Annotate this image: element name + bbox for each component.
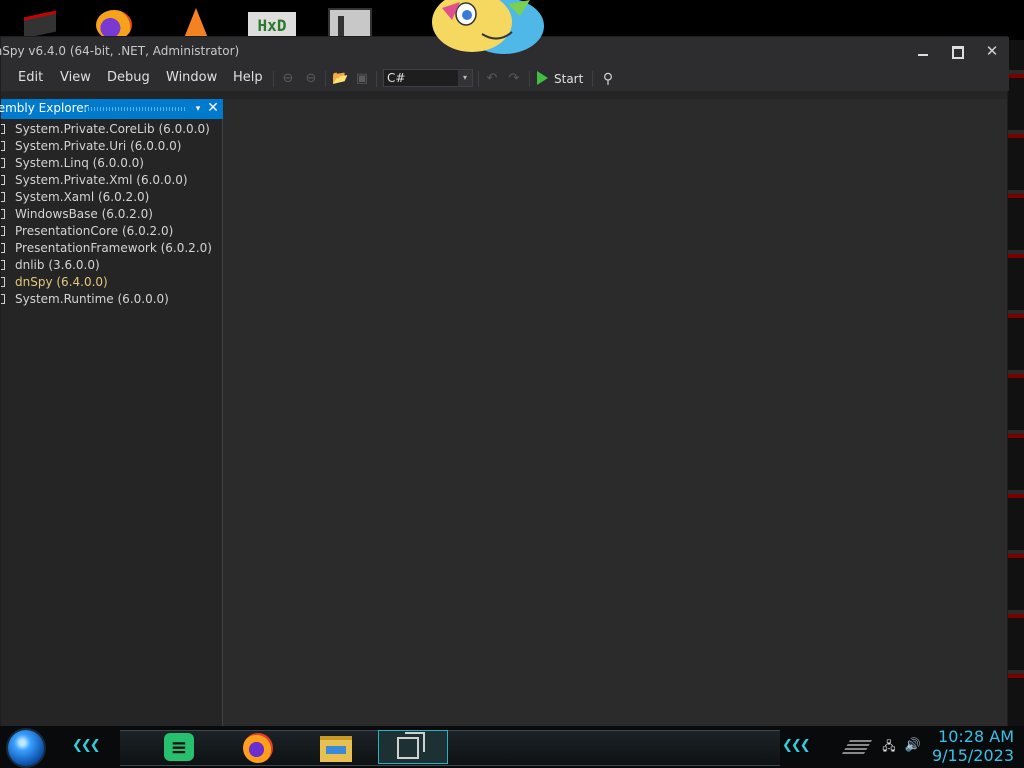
tree-item-assembly[interactable]: System.Private.Uri (6.0.0.0): [1, 138, 223, 155]
assembly-icon: [1, 124, 5, 134]
language-select[interactable]: C# ▾: [383, 69, 473, 87]
assembly-icon: [1, 192, 5, 202]
assembly-explorer-title: Assembly Explorer: [0, 101, 89, 115]
start-menu-button[interactable]: [8, 730, 44, 766]
toolbar-separator: [325, 71, 326, 87]
tree-item-assembly[interactable]: System.Private.Xml (6.0.0.0): [1, 172, 223, 189]
firefox-icon: [243, 733, 273, 763]
taskbar-file-explorer-app[interactable]: [318, 730, 352, 764]
toolbar-separator: [592, 71, 593, 87]
volume-icon[interactable]: 🔊: [904, 738, 922, 754]
taskbar-firefox-app[interactable]: [241, 730, 275, 764]
taskbar: ❮❮❮ ❮❮❮ 🖧 🔊 10:28 AM 9/15/2023: [0, 726, 1024, 768]
panel-grip: [85, 107, 185, 111]
minimize-icon: [918, 54, 928, 56]
notes-icon: [164, 733, 194, 761]
assembly-icon: [1, 243, 5, 253]
back-icon[interactable]: ⊖: [280, 71, 296, 87]
menu-bar: Edit View Debug Window Help ⊖ ⊖ 📂 ▣ C# ▾…: [1, 67, 1009, 91]
menu-window[interactable]: Window: [166, 67, 217, 91]
desktop-firefox-icon[interactable]: [92, 6, 136, 40]
assembly-explorer-panel: Assembly Explorer ▾ ✕ System.Private.Cor…: [0, 99, 223, 727]
assembly-icon: [1, 226, 5, 236]
decorative-chevrons: ❮❮❮: [72, 738, 101, 753]
assembly-icon: [1, 209, 5, 219]
folder-icon: [320, 736, 352, 762]
close-icon: ✕: [985, 42, 999, 60]
tree-item-assembly[interactable]: WindowsBase (6.0.2.0): [1, 206, 223, 223]
tree-item-assembly[interactable]: dnSpy (6.4.0.0): [1, 274, 223, 291]
window-title: dnSpy v6.4.0 (64-bit, .NET, Administrato…: [0, 44, 240, 58]
desktop-decoration: [1008, 40, 1024, 726]
menu-debug[interactable]: Debug: [107, 67, 150, 91]
undo-icon[interactable]: ↶: [484, 71, 500, 87]
desktop-app-icon[interactable]: [326, 6, 372, 42]
desktop-vlc-icon[interactable]: [176, 6, 220, 38]
tree-item-assembly[interactable]: PresentationCore (6.0.2.0): [1, 223, 223, 240]
chevron-down-icon: ▾: [458, 70, 472, 86]
assembly-explorer-header[interactable]: Assembly Explorer ▾ ✕: [0, 99, 223, 119]
toolbar-separator: [529, 71, 530, 87]
forward-icon[interactable]: ⊖: [303, 71, 319, 87]
taskbar-band: [120, 730, 780, 766]
close-icon[interactable]: ✕: [205, 99, 221, 119]
menu-edit[interactable]: Edit: [18, 67, 43, 91]
dnspy-window: dnSpy v6.4.0 (64-bit, .NET, Administrato…: [0, 36, 1009, 727]
tree-item-assembly[interactable]: System.Linq (6.0.0.0): [1, 155, 223, 172]
tree-item-assembly[interactable]: PresentationFramework (6.0.2.0): [1, 240, 223, 257]
tree-item-assembly[interactable]: dnlib (3.6.0.0): [1, 257, 223, 274]
play-icon: [537, 71, 548, 85]
assembly-icon: [1, 277, 5, 287]
toolbar-separator: [478, 71, 479, 87]
clock-date[interactable]: 9/15/2023: [930, 747, 1014, 765]
window-stack-icon: [397, 732, 425, 759]
maximize-button[interactable]: [940, 37, 974, 67]
menu-help[interactable]: Help: [233, 67, 263, 91]
tray-decoration: [841, 740, 873, 754]
taskbar-dnspy-app[interactable]: [378, 730, 448, 764]
cartoon-character-icon: [432, 0, 544, 54]
start-label: Start: [554, 72, 584, 86]
redo-icon[interactable]: ↷: [506, 71, 522, 87]
close-button[interactable]: ✕: [975, 37, 1009, 67]
assembly-icon: [1, 175, 5, 185]
language-value: C#: [387, 71, 406, 85]
minimize-button[interactable]: [906, 37, 940, 67]
toolbar-separator: [376, 71, 377, 87]
maximize-icon: [952, 46, 964, 59]
menu-view[interactable]: View: [60, 67, 91, 91]
toolbar-separator: [273, 71, 274, 87]
desktop-app-icon[interactable]: [18, 6, 62, 39]
tree-item-assembly[interactable]: System.Runtime (6.0.0.0): [1, 291, 223, 308]
clock-time[interactable]: 10:28 AM: [930, 728, 1014, 746]
search-icon[interactable]: ⚲: [599, 70, 617, 88]
save-icon[interactable]: ▣: [354, 71, 370, 87]
taskbar-notes-app[interactable]: [162, 730, 196, 764]
desktop-hxd-icon[interactable]: HxD: [248, 6, 296, 40]
open-folder-icon[interactable]: 📂: [332, 71, 348, 87]
chevron-down-icon[interactable]: ▾: [191, 99, 205, 119]
assembly-icon: [1, 141, 5, 151]
assembly-icon: [1, 294, 5, 304]
assembly-icon: [1, 158, 5, 168]
network-icon[interactable]: 🖧: [881, 738, 897, 754]
tree-item-assembly[interactable]: System.Xaml (6.0.2.0): [1, 189, 223, 206]
start-button[interactable]: Start: [537, 68, 583, 90]
assembly-tree: System.Private.CoreLib (6.0.0.0) System.…: [1, 121, 223, 308]
assembly-icon: [1, 260, 5, 270]
editor-area[interactable]: [223, 99, 1007, 727]
tree-item-assembly[interactable]: System.Private.CoreLib (6.0.0.0): [1, 121, 223, 138]
decorative-chevrons: ❮❮❮: [782, 738, 811, 753]
